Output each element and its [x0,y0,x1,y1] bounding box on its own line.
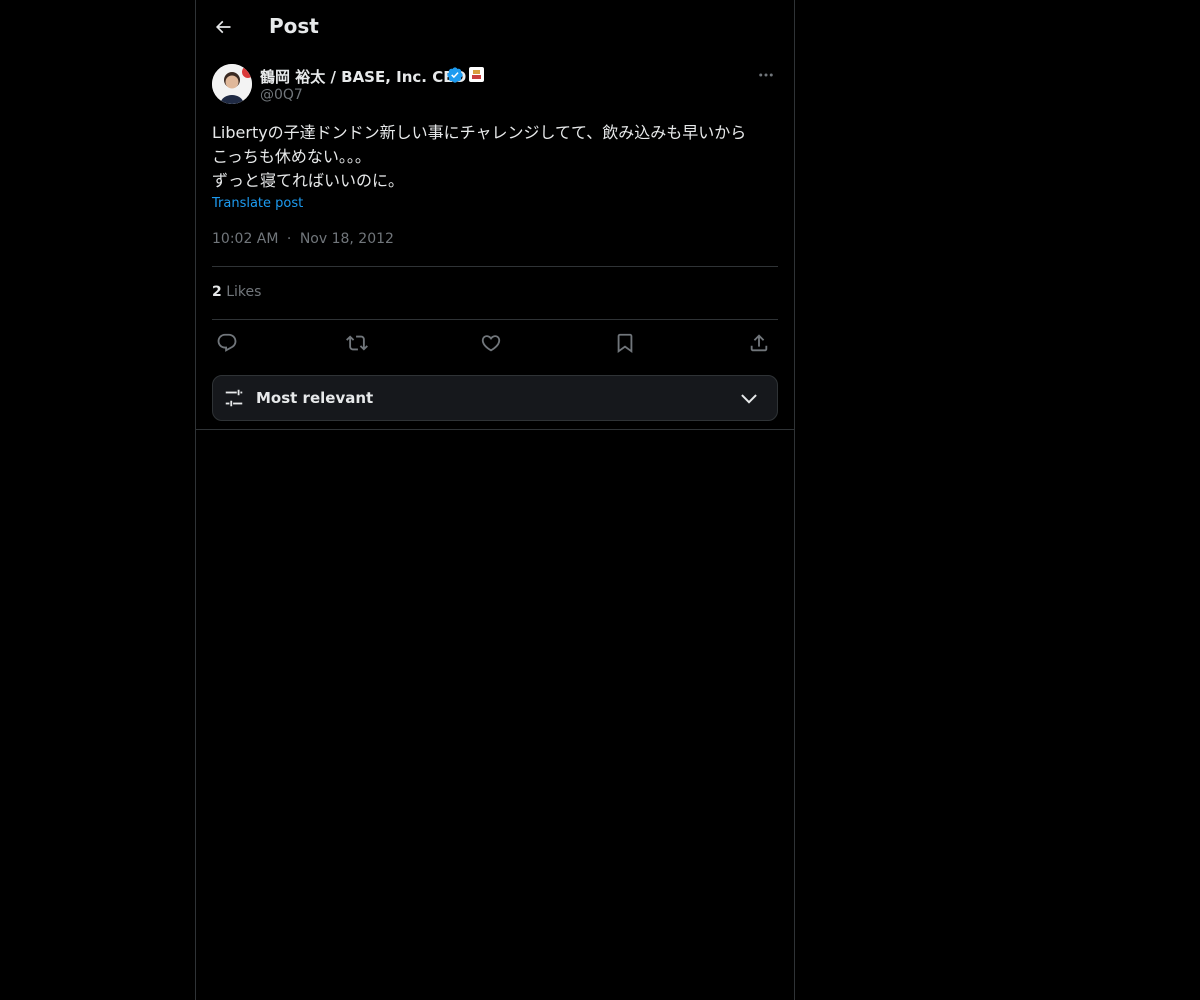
bookmark-button[interactable] [612,330,638,356]
likes-count[interactable]: 2 Likes [212,284,261,300]
post-time: 10:02 AM [212,231,279,247]
bookmark-icon [617,333,633,354]
replies-sort-dropdown[interactable]: Most relevant [212,375,778,421]
page-title: Post [269,14,319,38]
header: Post [196,0,794,53]
repost-button[interactable] [344,330,370,356]
more-dots-icon [759,73,773,77]
author-handle[interactable]: @0Q7 [260,87,303,103]
avatar[interactable] [212,64,252,104]
chevron-down-icon [741,394,757,404]
more-options-button[interactable] [754,64,778,86]
post-actions [212,330,778,356]
reply-icon [217,333,237,352]
author-name[interactable]: 鶴岡 裕太 / BASE, Inc. CEO [260,66,466,87]
arrow-left-icon [215,20,231,34]
post-date: Nov 18, 2012 [299,231,394,247]
share-button[interactable] [746,330,772,356]
divider [212,266,778,267]
divider [212,319,778,320]
avatar-image [212,64,252,104]
repost-icon [346,335,368,351]
share-icon [750,334,768,352]
back-button[interactable] [208,12,238,42]
post-timestamp[interactable]: 10:02 AM · Nov 18, 2012 [212,231,394,247]
translate-post-link[interactable]: Translate post [212,196,303,211]
like-button[interactable] [478,330,504,356]
sliders-icon [225,389,243,407]
affiliate-badge-icon[interactable] [469,67,484,82]
likes-number: 2 [212,284,222,300]
heart-icon [481,335,501,352]
reply-button[interactable] [214,330,240,356]
sort-label: Most relevant [256,389,374,407]
likes-label: Likes [226,284,262,300]
timestamp-separator: · [286,231,292,247]
verified-badge-icon [447,67,463,83]
post-text: Libertyの子達ドンドン新しい事にチャレンジしてて、飲み込みも早いから こっ… [212,123,747,190]
section-divider [196,429,794,430]
main-column: Post 鶴岡 裕太 / BASE, Inc. CEO @0Q7 Liberty… [195,0,795,1000]
